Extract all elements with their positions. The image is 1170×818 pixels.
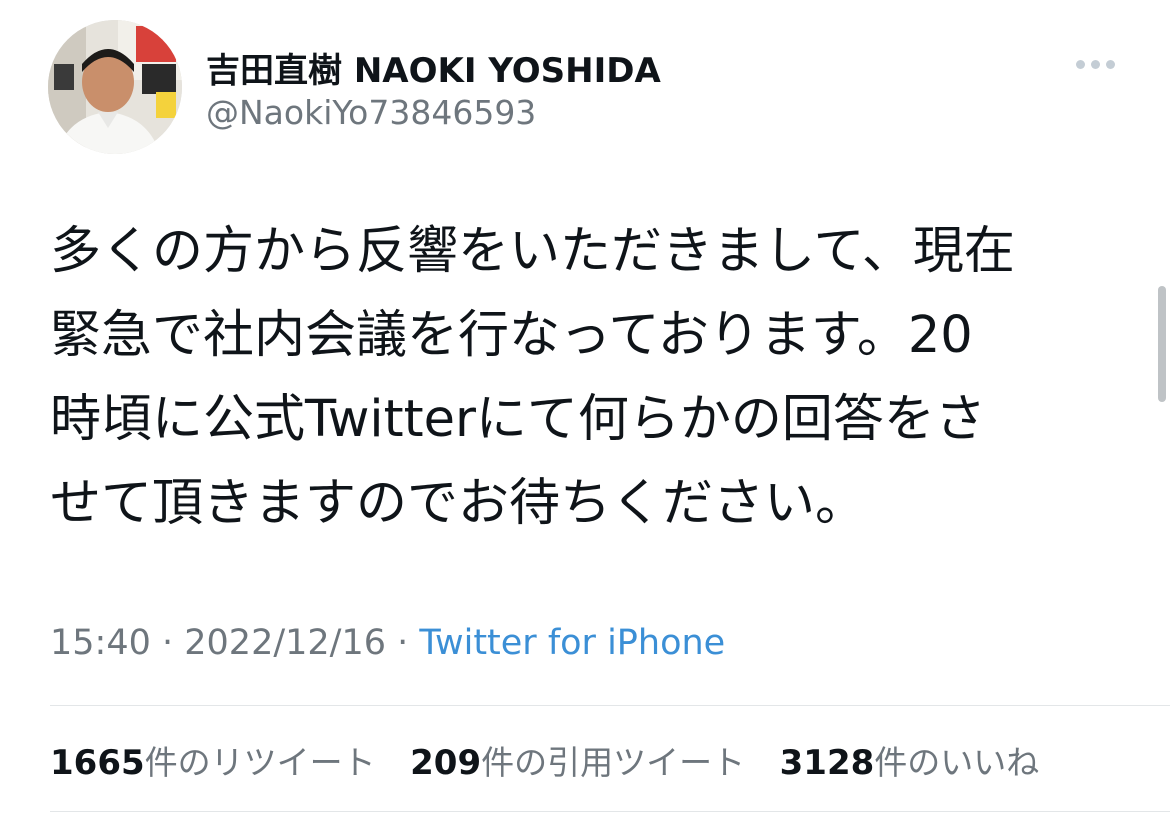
tweet-meta: 15:40 · 2022/12/16 · Twitter for iPhone [50,623,725,663]
meta-separator: · [386,623,420,663]
retweets-label: 件のリツイート [144,743,376,782]
more-horizontal-icon [1105,59,1115,69]
likes-label: 件のいいね [874,743,1040,782]
meta-separator: · [150,623,185,663]
tweet-stats: 1665件のリツイート 209件の引用ツイート 3128件のいいね [50,736,1063,784]
tweet-text-line: せて頂きますのでお待ちください。 [50,474,867,533]
quote-tweets-label: 件の引用ツイート [481,743,746,782]
avatar-photo [48,20,182,154]
tweet-time[interactable]: 15:40 [50,623,151,663]
scrollbar[interactable] [1158,286,1166,402]
quote-tweets-stat[interactable]: 209件の引用ツイート [410,736,745,784]
author-display-name[interactable]: 吉田直樹 NAOKI YOSHIDA [206,43,661,92]
author-handle[interactable]: @NaokiYo73846593 [206,93,536,132]
tweet-date[interactable]: 2022/12/16 [184,623,386,663]
divider [50,811,1170,812]
likes-stat[interactable]: 3128件のいいね [780,736,1040,784]
avatar[interactable] [48,20,182,154]
tweet-text-line: 時頃に公式Twitterにて何らかの回答をさ [50,390,986,449]
tweet-source-link[interactable]: Twitter for iPhone [419,623,725,663]
more-horizontal-icon [1090,59,1100,69]
tweet-detail: 吉田直樹 NAOKI YOSHIDA @NaokiYo73846593 多くの方… [0,0,1170,818]
retweets-count: 1665 [50,743,145,783]
more-horizontal-icon [1075,59,1085,69]
tweet-text: 多くの方から反響をいただきまして、現在 緊急で社内会議を行なっております。20 … [50,210,1130,546]
more-options-button[interactable] [1068,46,1122,82]
retweets-stat[interactable]: 1665件のリツイート [50,736,376,784]
quote-tweets-count: 209 [410,743,482,783]
likes-count: 3128 [779,743,875,783]
tweet-text-line: 緊急で社内会議を行なっております。20 [50,306,973,365]
tweet-text-line: 多くの方から反響をいただきまして、現在 [50,222,1015,281]
divider [50,705,1170,706]
